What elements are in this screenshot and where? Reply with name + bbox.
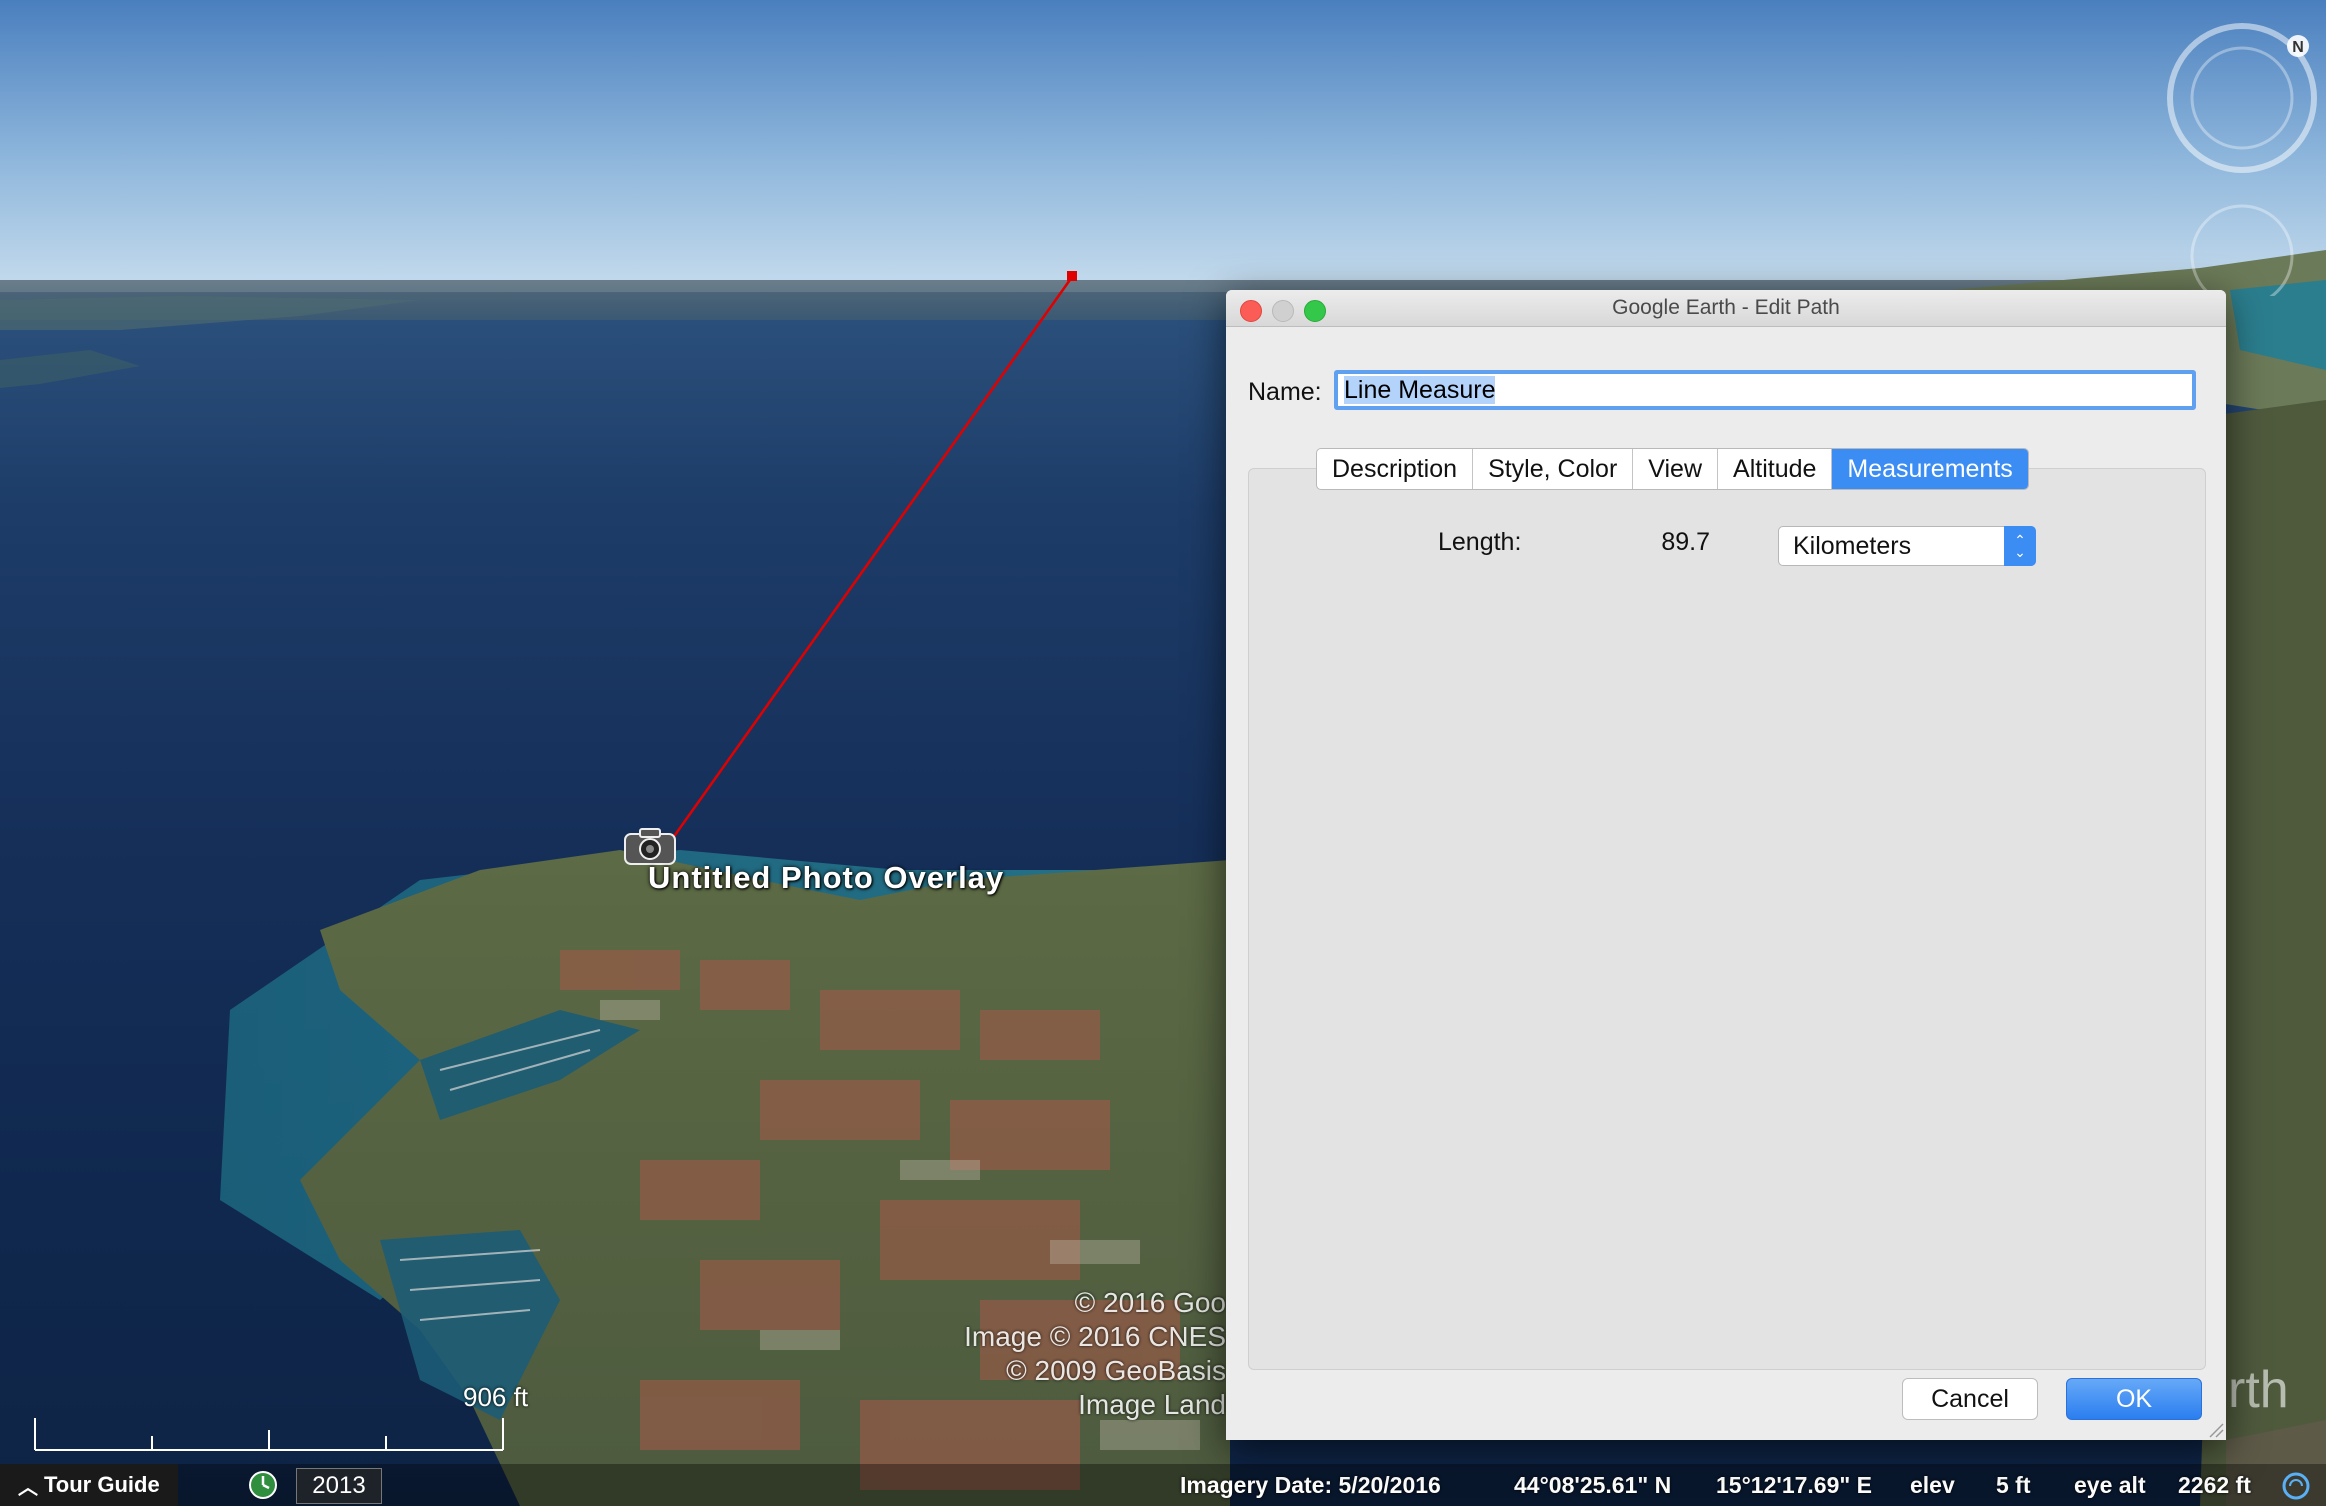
streaming-globe-icon — [2282, 1472, 2310, 1500]
tab-panel — [1248, 468, 2206, 1370]
elev-value: 5 ft — [1996, 1472, 2031, 1498]
tab-view[interactable]: View — [1633, 449, 1719, 489]
dialog-titlebar[interactable]: Google Earth - Edit Path — [1226, 290, 2226, 327]
tour-guide-button[interactable]: ︿ Tour Guide — [0, 1464, 178, 1506]
measure-path-line — [668, 276, 1074, 843]
name-label: Name: — [1248, 378, 1322, 406]
length-value: 89.7 — [1661, 528, 1710, 556]
path-endpoint — [1067, 271, 1077, 281]
eye-alt-value: 2262 ft — [2178, 1472, 2251, 1498]
chevron-up-icon: ︿ — [18, 1476, 38, 1499]
name-input[interactable]: Line Measure — [1334, 370, 2196, 410]
photo-overlay-label[interactable]: Untitled Photo Overlay — [648, 860, 1004, 896]
svg-text:N: N — [2292, 39, 2304, 56]
edit-path-dialog: Google Earth - Edit Path Name: Line Meas… — [1226, 290, 2226, 1440]
length-unit-value: Kilometers — [1793, 532, 1912, 560]
select-arrows-icon: ⌃ ⌄ — [2004, 526, 2036, 566]
cancel-button[interactable]: Cancel — [1902, 1378, 2038, 1420]
scale-label: 906 ft — [463, 1382, 529, 1412]
length-unit-select[interactable]: Kilometers ⌃ ⌄ — [1778, 526, 2036, 566]
tab-description[interactable]: Description — [1317, 449, 1474, 489]
tab-altitude[interactable]: Altitude — [1718, 449, 1833, 489]
eye-alt-label: eye alt — [2074, 1472, 2146, 1498]
elev-label: elev — [1910, 1472, 1955, 1498]
historical-imagery-clock-icon[interactable] — [248, 1470, 278, 1500]
imagery-date: Imagery Date: 5/20/2016 — [1180, 1472, 1441, 1498]
navigation-controls[interactable]: N — [2146, 16, 2326, 296]
length-label: Length: — [1438, 528, 1522, 556]
scale-bar — [34, 1418, 504, 1451]
historical-year-box[interactable]: 2013 — [296, 1468, 382, 1504]
imagery-copyright: © 2016 Goo Image © 2016 CNES © 2009 GeoB… — [964, 1287, 1226, 1420]
tab-measurements[interactable]: Measurements — [1832, 449, 2028, 489]
latitude-readout: 44°08'25.61" N — [1514, 1472, 1672, 1498]
tab-style-color[interactable]: Style, Color — [1473, 449, 1634, 489]
status-bar: ︿ Tour Guide 2013 Imagery Date: 5/20/201… — [0, 1464, 2326, 1506]
dialog-title: Google Earth - Edit Path — [1612, 296, 1840, 319]
longitude-readout: 15°12'17.69" E — [1716, 1472, 1873, 1498]
move-joystick-ring — [2190, 204, 2294, 296]
name-input-value: Line Measure — [1344, 376, 1496, 404]
earth-watermark-text: rth — [2228, 1361, 2289, 1419]
resize-grip-icon[interactable] — [2206, 1420, 2224, 1438]
tab-bar: Description Style, Color View Altitude M… — [1316, 448, 2029, 490]
ok-button[interactable]: OK — [2066, 1378, 2202, 1420]
